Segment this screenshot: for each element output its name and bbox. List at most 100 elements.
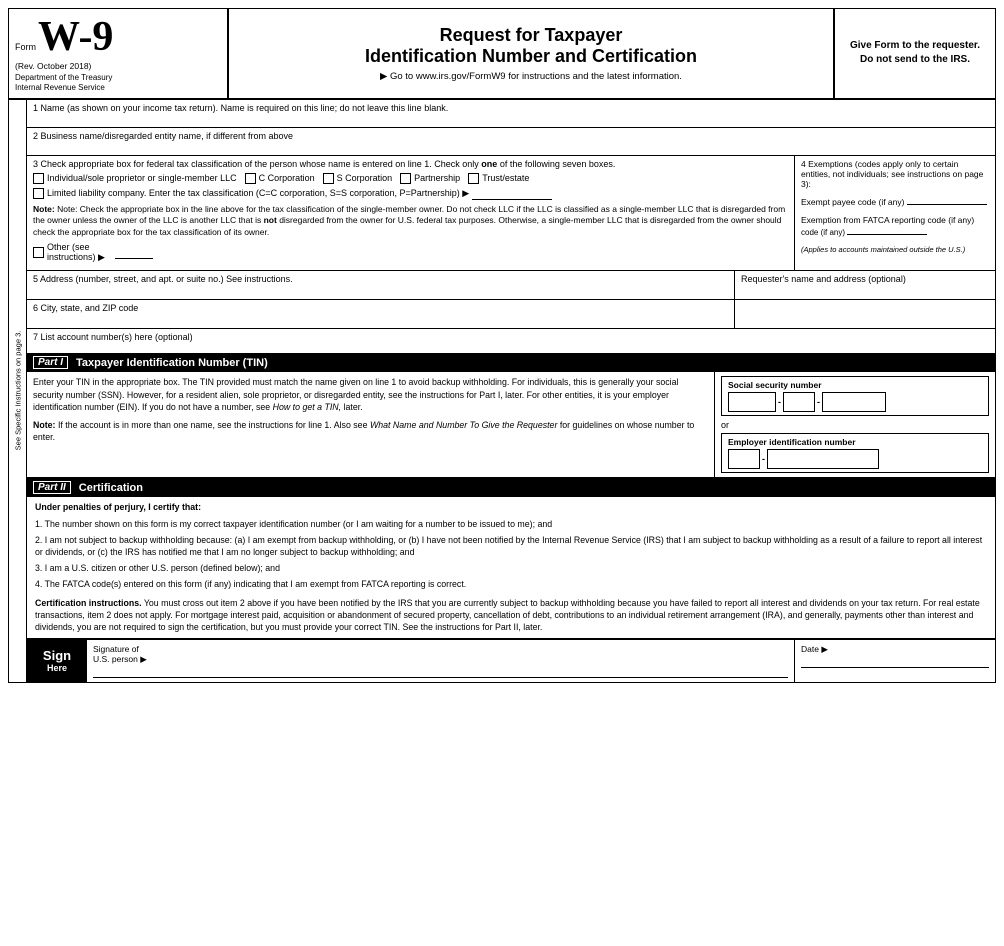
checkbox-individual-box[interactable] <box>33 173 44 184</box>
line2-label: 2 Business name/disregarded entity name,… <box>33 131 293 141</box>
checkbox-llc-box[interactable] <box>33 188 44 199</box>
requester-right: Requester's name and address (optional) <box>735 271 995 299</box>
fatca-sub: code (if any) <box>801 228 845 237</box>
line1-label: 1 Name (as shown on your income tax retu… <box>33 103 448 113</box>
sign-date-label: Date ▶ <box>801 644 989 655</box>
form-number: W-9 <box>38 13 113 61</box>
sign-sig-area[interactable]: Signature of U.S. person ▶ <box>87 640 795 682</box>
fatca-field[interactable] <box>847 225 927 235</box>
requester-label: Requester's name and address (optional) <box>741 274 906 284</box>
checkbox-other[interactable]: Other (see instructions) ▶ <box>33 242 153 263</box>
part1-title: Taxpayer Identification Number (TIN) <box>76 357 268 369</box>
ssn-fields[interactable]: - - <box>728 392 982 412</box>
checkbox-other-label: Other (see instructions) ▶ <box>47 242 112 263</box>
part1-body: Enter your TIN in the appropriate box. T… <box>27 372 715 477</box>
form-goto: ▶ Go to www.irs.gov/FormW9 for instructi… <box>380 71 682 82</box>
form-title-main: Request for Taxpayer <box>440 25 623 46</box>
checkbox-c-corp[interactable]: C Corporation <box>245 173 315 184</box>
part1-label: Part I <box>33 356 68 369</box>
ein-box: Employer identification number - <box>721 433 989 473</box>
ssn-box: Social security number - - <box>721 376 989 416</box>
sidebar-label: See Specific Instructions on page 3. <box>9 100 27 682</box>
ein-dash: - <box>762 454 765 464</box>
sign-big: Sign <box>43 648 71 663</box>
checkbox-partnership-label: Partnership <box>414 173 460 183</box>
here-label: Here <box>47 663 67 673</box>
sign-sig-line[interactable] <box>93 677 788 678</box>
give-form-text: Give Form to the requester. Do not send … <box>843 39 987 67</box>
checkbox-trust-label: Trust/estate <box>482 173 529 183</box>
sign-date-area[interactable]: Date ▶ <box>795 640 995 682</box>
line1-row: 1 Name (as shown on your income tax retu… <box>27 100 995 128</box>
fatca-note: (Applies to accounts maintained outside … <box>801 245 989 254</box>
checkbox-llc-label: Limited liability company. Enter the tax… <box>47 188 469 199</box>
form-header-center: Request for Taxpayer Identification Numb… <box>229 9 835 98</box>
cert-list: 1. The number shown on this form is my c… <box>35 518 987 591</box>
ssn-label: Social security number <box>728 380 982 390</box>
other-field[interactable] <box>115 247 153 259</box>
ein-seg-1[interactable] <box>728 449 760 469</box>
cert-item-2: 2. I am not subject to backup withholdin… <box>35 534 987 560</box>
form-header-left: Form W-9 (Rev. October 2018) Department … <box>9 9 229 98</box>
cert-item-1: 1. The number shown on this form is my c… <box>35 518 987 531</box>
sign-here-section: Sign Here Signature of U.S. person ▶ Dat… <box>27 638 995 682</box>
checkbox-other-box[interactable] <box>33 247 44 258</box>
checkbox-c-corp-label: C Corporation <box>259 173 315 183</box>
part1-right: Social security number - - or Employer i… <box>715 372 995 477</box>
or-label: or <box>721 420 989 430</box>
ssn-seg-2[interactable] <box>783 392 815 412</box>
line3-label: 3 Check appropriate box for federal tax … <box>33 159 479 169</box>
ein-fields[interactable]: - <box>728 449 982 469</box>
ein-seg-2[interactable] <box>767 449 879 469</box>
line3-one: one <box>481 159 497 169</box>
form-label-text: Form <box>15 42 36 52</box>
ssn-dash-1: - <box>778 397 781 407</box>
checkbox-c-corp-box[interactable] <box>245 173 256 184</box>
checkbox-trust[interactable]: Trust/estate <box>468 173 529 184</box>
line5-row: 5 Address (number, street, and apt. or s… <box>27 271 734 299</box>
ein-label: Employer identification number <box>728 437 982 447</box>
llc-note: Note: Note: Check the appropriate box in… <box>33 204 788 238</box>
part1-header: Part I Taxpayer Identification Number (T… <box>27 353 995 372</box>
sign-date-line[interactable] <box>801 667 989 668</box>
line6-left: 6 City, state, and ZIP code <box>27 300 735 328</box>
checkbox-llc[interactable]: Limited liability company. Enter the tax… <box>33 188 552 200</box>
form-rev: (Rev. October 2018) <box>15 61 221 71</box>
line3-left: 3 Check appropriate box for federal tax … <box>27 156 795 270</box>
line3-label3: of the following seven boxes. <box>500 159 616 169</box>
checkbox-s-corp-box[interactable] <box>323 173 334 184</box>
checkbox-partnership-box[interactable] <box>400 173 411 184</box>
line7-row: 7 List account number(s) here (optional) <box>27 329 995 353</box>
line2-row: 2 Business name/disregarded entity name,… <box>27 128 995 156</box>
ssn-dash-2: - <box>817 397 820 407</box>
part2-header: Part II Certification <box>27 478 995 497</box>
form-dept: Department of the Treasury Internal Reve… <box>15 73 221 94</box>
part2-body: Under penalties of perjury, I certify th… <box>27 497 995 637</box>
cert-header: Under penalties of perjury, I certify th… <box>35 501 987 514</box>
exempt-payee-field[interactable] <box>907 195 987 205</box>
fatca-row: Exemption from FATCA reporting code (if … <box>801 215 989 237</box>
cert-item-3: 3. I am a U.S. citizen or other U.S. per… <box>35 562 987 575</box>
form-title-sub: Identification Number and Certification <box>365 46 697 67</box>
exemptions-title: 4 Exemptions (codes apply only to certai… <box>801 159 989 189</box>
fatca-label: Exemption from FATCA reporting code (if … <box>801 215 974 225</box>
ssn-seg-1[interactable] <box>728 392 776 412</box>
form-header-right: Give Form to the requester. Do not send … <box>835 9 995 98</box>
line5-left: 5 Address (number, street, and apt. or s… <box>27 271 735 299</box>
checkbox-trust-box[interactable] <box>468 173 479 184</box>
line6-row: 6 City, state, and ZIP code <box>27 300 734 328</box>
llc-classification-field[interactable] <box>472 188 552 200</box>
checkbox-partnership[interactable]: Partnership <box>400 173 460 184</box>
part2-label: Part II <box>33 481 71 494</box>
ssn-seg-3[interactable] <box>822 392 886 412</box>
exempt-payee-row: Exempt payee code (if any) <box>801 195 989 207</box>
line4-right: 4 Exemptions (codes apply only to certai… <box>795 156 995 270</box>
checkbox-individual[interactable]: Individual/sole proprietor or single-mem… <box>33 173 237 184</box>
checkbox-s-corp[interactable]: S Corporation <box>323 173 393 184</box>
exempt-payee-label: Exempt payee code (if any) <box>801 197 904 207</box>
sign-label: Sign Here <box>27 640 87 682</box>
sign-sig-label: Signature of U.S. person ▶ <box>93 644 788 665</box>
part2-title: Certification <box>79 482 143 494</box>
checkbox-individual-label: Individual/sole proprietor or single-mem… <box>47 173 237 183</box>
sign-fields: Signature of U.S. person ▶ Date ▶ <box>87 640 995 682</box>
